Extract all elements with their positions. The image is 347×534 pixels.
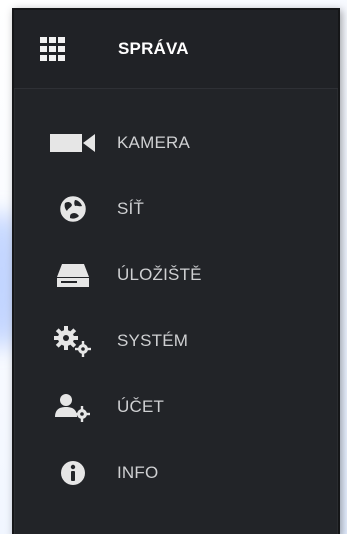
network-globe-icon [14, 189, 107, 229]
menu-item-label: SÍŤ [117, 199, 145, 218]
menu-item-camera[interactable]: KAMERA [14, 107, 338, 179]
menu-header[interactable]: SPRÁVA [14, 10, 338, 89]
page: SPRÁVA KAMERA SÍŤ ÚLOŽIŠTĚ SYSTÉM ÚČET I… [0, 0, 347, 534]
menu-item-network[interactable]: SÍŤ [14, 173, 338, 245]
menu-item-label: SYSTÉM [117, 331, 189, 350]
menu-list: KAMERA SÍŤ ÚLOŽIŠTĚ SYSTÉM ÚČET INFO [14, 89, 338, 509]
menu-item-label: KAMERA [117, 133, 190, 152]
storage-drive-icon [14, 255, 107, 295]
menu-item-storage[interactable]: ÚLOŽIŠTĚ [14, 239, 338, 311]
menu-item-system[interactable]: SYSTÉM [14, 305, 338, 377]
gears-icon [14, 321, 107, 361]
menu-item-label: ÚČET [117, 397, 165, 416]
menu-item-label: INFO [117, 463, 159, 482]
menu-title: SPRÁVA [118, 39, 189, 58]
menu-item-account[interactable]: ÚČET [14, 371, 338, 443]
menu-item-info[interactable]: INFO [14, 437, 338, 509]
info-icon [14, 453, 107, 493]
menu-item-label: ÚLOŽIŠTĚ [117, 265, 202, 284]
grid-icon [14, 37, 104, 61]
user-settings-icon [14, 387, 107, 427]
settings-menu-panel: SPRÁVA KAMERA SÍŤ ÚLOŽIŠTĚ SYSTÉM ÚČET I… [12, 8, 340, 534]
camera-icon [14, 123, 107, 163]
